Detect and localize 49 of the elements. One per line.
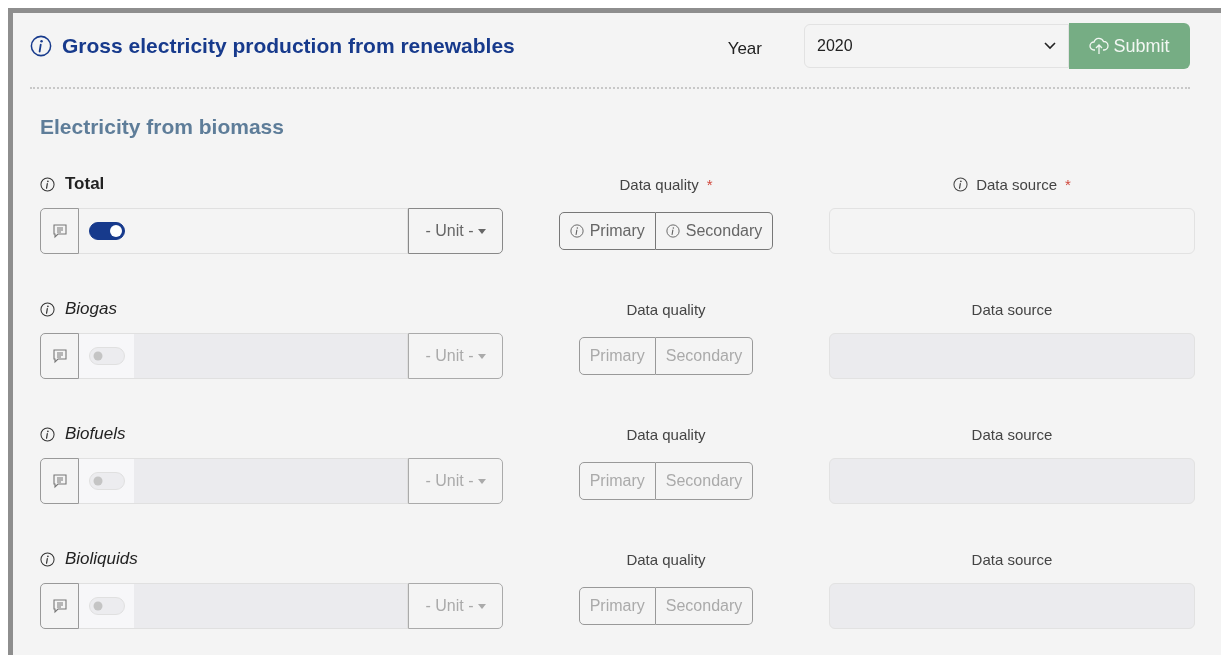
comment-button[interactable] [40,208,79,254]
year-label: Year [727,39,762,59]
unit-select[interactable]: - Unit - [408,208,503,254]
data-quality-label: Data quality [619,175,699,193]
comment-button[interactable] [40,458,79,504]
field-label: Biogas [65,299,117,319]
value-input[interactable] [134,458,408,504]
comment-icon [51,348,68,364]
comment-icon [51,598,68,614]
comment-icon [51,223,68,239]
comment-icon [51,473,68,489]
quality-option[interactable]: Primary [558,212,656,250]
value-input[interactable] [134,583,408,629]
field-label: Bioliquids [65,549,138,569]
year-select[interactable]: 2020 [804,24,1069,68]
info-icon [40,551,55,567]
quality-option[interactable]: Secondary [655,212,774,250]
field-label: Total [65,174,105,194]
info-icon [40,301,55,317]
section-title: Electricity from biomass [40,115,285,139]
info-icon [40,176,55,192]
toggle-switch[interactable] [88,222,125,240]
data-quality-label: Data quality [626,300,706,318]
data-source-label: Data source [971,300,1053,318]
data-source-label: Data source [971,425,1053,443]
required-mark: * [1065,175,1071,193]
info-icon [569,224,584,238]
caret-icon [477,228,486,234]
info-icon [30,35,52,57]
required-mark: * [706,175,713,193]
info-icon [665,224,680,238]
cloud-upload-icon [1089,37,1110,55]
data-quality-label: Data quality [626,425,706,443]
data-source-label: Data source [976,175,1057,193]
caret-icon [477,478,486,484]
comment-button[interactable] [40,333,79,379]
value-input[interactable] [134,208,408,254]
info-icon [40,426,55,442]
caret-icon [477,603,486,609]
field-label: Biofuels [65,424,126,444]
comment-button[interactable] [40,583,79,629]
chevron-down-icon [1044,42,1056,50]
caret-icon [477,353,486,359]
data-quality-label: Data quality [626,550,706,568]
info-icon [953,176,969,192]
data-source-label: Data source [971,550,1053,568]
page-title: Gross electricity production from renewables [62,34,515,58]
value-input[interactable] [134,333,408,379]
submit-button[interactable]: Submit [1069,23,1190,69]
